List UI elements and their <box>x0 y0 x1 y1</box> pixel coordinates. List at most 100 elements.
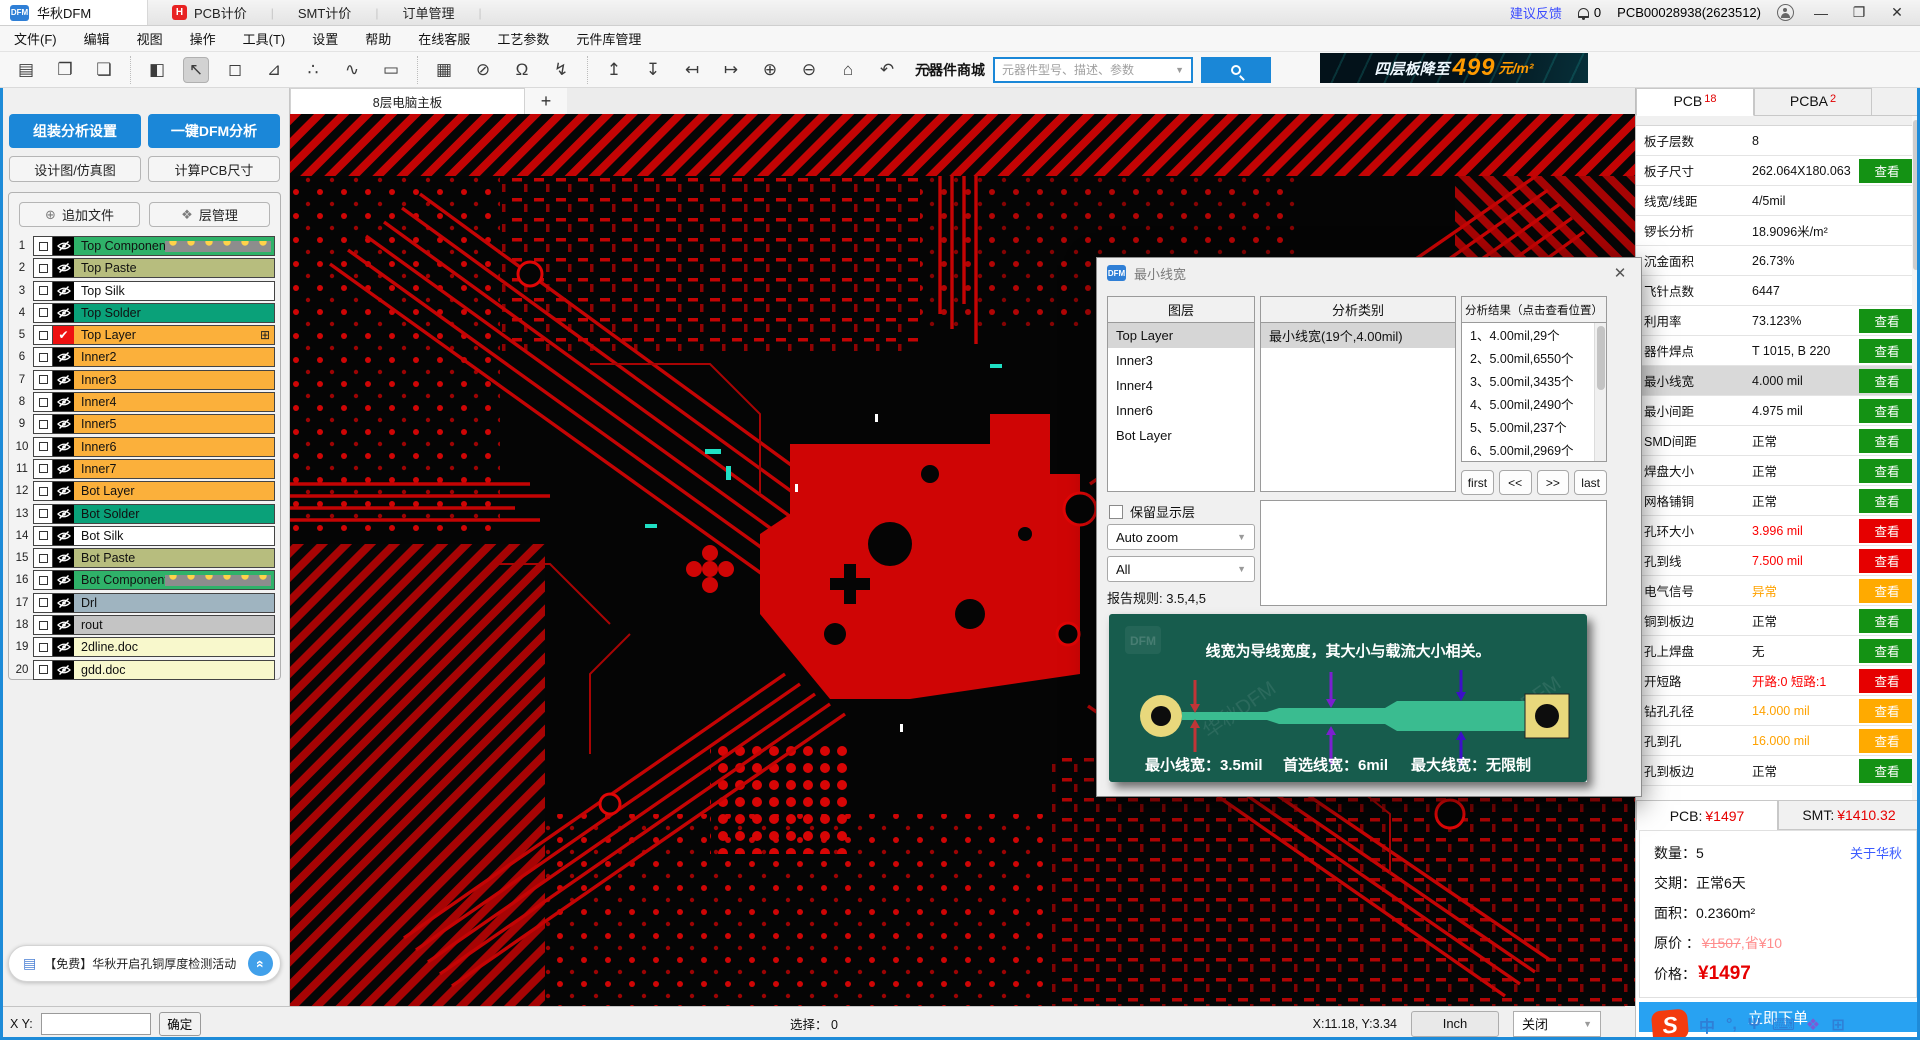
layer-label[interactable]: Inner4 <box>74 393 274 411</box>
menu-item-工具(T)[interactable]: 工具(T) <box>243 29 286 48</box>
layer-label[interactable]: Top Layer⊞ <box>74 326 274 344</box>
analysis-row[interactable]: 最小线宽4.000 mil查看 <box>1636 366 1920 396</box>
results-scrollbar[interactable] <box>1594 323 1606 461</box>
layer-row-inner5[interactable]: 9Inner5 <box>11 414 275 434</box>
layer-eye-off-icon[interactable] <box>53 638 74 656</box>
dialog-layer-item[interactable]: Inner4 <box>1108 373 1254 398</box>
app-tab-order-management[interactable]: 订单管理 <box>378 0 478 25</box>
layer-checkbox[interactable] <box>34 393 53 411</box>
append-file-button[interactable]: ⊕ 追加文件 <box>19 202 140 227</box>
layer-row-top-component[interactable]: 1Top Component <box>11 236 275 256</box>
flip-bottom-icon[interactable]: ↧ <box>640 57 666 83</box>
layer-row-top-paste[interactable]: 2Top Paste <box>11 258 275 278</box>
app-tab-pcb-pricing[interactable]: H PCB计价 <box>148 0 271 25</box>
ime-toolbox-icon[interactable]: ⊞ <box>1831 1015 1844 1035</box>
menu-item-工艺参数[interactable]: 工艺参数 <box>497 29 549 48</box>
layer-label[interactable]: Top Silk <box>74 282 274 300</box>
analysis-row[interactable]: 孔到板边正常查看 <box>1636 756 1920 786</box>
close-button[interactable]: ✕ <box>1886 4 1908 21</box>
analysis-row[interactable]: 器件焊点T 1015, B 220查看 <box>1636 336 1920 366</box>
view-button[interactable]: 查看 <box>1859 579 1915 603</box>
layer-label[interactable]: Inner7 <box>74 460 274 478</box>
analysis-result-item[interactable]: 1、4.00mil,29个 <box>1462 323 1594 346</box>
view-button[interactable]: 查看 <box>1859 549 1915 573</box>
analysis-row[interactable]: 线宽/线距4/5mil <box>1636 186 1920 216</box>
promo-pill[interactable]: ▤ 【免费】华秋开启孔铜厚度检测活动 « <box>8 945 281 982</box>
layer-label[interactable]: Inner5 <box>74 415 274 433</box>
menu-item-编辑[interactable]: 编辑 <box>84 29 110 48</box>
layer-label[interactable]: Bot Paste <box>74 549 274 567</box>
component-search-box[interactable]: ▼ <box>993 57 1193 83</box>
layer-checkbox[interactable] <box>34 482 53 500</box>
layer-row-bot-silk[interactable]: 14Bot Silk <box>11 526 275 546</box>
layer-eye-off-icon[interactable] <box>53 482 74 500</box>
dialog-layer-item[interactable]: Bot Layer <box>1108 423 1254 448</box>
layer-eye-off-icon[interactable] <box>53 616 74 634</box>
layer-row-bot-component[interactable]: 16Bot Component <box>11 570 275 590</box>
layer-label[interactable]: Top Paste <box>74 259 274 277</box>
analysis-row[interactable]: 铜到板边正常查看 <box>1636 606 1920 636</box>
layer-checkbox[interactable] <box>34 326 53 344</box>
xy-confirm-button[interactable]: 确定 <box>159 1012 201 1036</box>
ime-skin-icon[interactable]: ❖ <box>1806 1015 1820 1035</box>
layer-label[interactable]: Inner3 <box>74 371 274 389</box>
view-button[interactable]: 查看 <box>1859 639 1915 663</box>
ime-mic-icon[interactable]: Ψ <box>1748 1016 1761 1034</box>
layer-checkbox[interactable] <box>34 505 53 523</box>
layer-checkbox[interactable] <box>34 571 53 589</box>
feedback-link[interactable]: 建议反馈 <box>1510 3 1562 22</box>
layer-row-inner2[interactable]: 6Inner2 <box>11 347 275 367</box>
analysis-row[interactable]: SMD间距正常查看 <box>1636 426 1920 456</box>
layer-grid-icon[interactable]: ⊞ <box>260 328 270 342</box>
flip-top-icon[interactable]: ↥ <box>601 57 627 83</box>
menu-item-元件库管理[interactable]: 元件库管理 <box>576 29 641 48</box>
zoom-mode-dropdown[interactable]: Auto zoom ▼ <box>1107 524 1255 550</box>
notification-area[interactable]: 0 <box>1578 5 1601 20</box>
measure-point-icon[interactable]: ∴ <box>300 57 326 83</box>
layer-label[interactable]: gdd.doc <box>74 661 274 679</box>
layer-eye-off-icon[interactable] <box>53 505 74 523</box>
analysis-row[interactable]: 孔到孔16.000 mil查看 <box>1636 726 1920 756</box>
view-button[interactable]: 查看 <box>1859 729 1915 753</box>
filter-dropdown[interactable]: All ▼ <box>1107 556 1255 582</box>
menu-item-操作[interactable]: 操作 <box>190 29 216 48</box>
xy-input[interactable] <box>41 1013 151 1035</box>
layer-row-bot-solder[interactable]: 13Bot Solder <box>11 504 275 524</box>
view-button[interactable]: 查看 <box>1859 609 1915 633</box>
layer-eye-off-icon[interactable] <box>53 259 74 277</box>
layer-row-inner6[interactable]: 10Inner6 <box>11 437 275 457</box>
dialog-layer-item[interactable]: Top Layer <box>1108 323 1254 348</box>
layer-eye-off-icon[interactable] <box>53 371 74 389</box>
analysis-row[interactable]: 飞针点数6447 <box>1636 276 1920 306</box>
app-tab-huaqiu-dfm[interactable]: DFM 华秋DFM <box>0 0 148 25</box>
layer-eye-off-icon[interactable] <box>53 549 74 567</box>
layer-eye-off-icon[interactable] <box>53 438 74 456</box>
layer-row-rout[interactable]: 18rout <box>11 615 275 635</box>
nav-next-button[interactable]: >> <box>1537 470 1570 495</box>
view-button[interactable]: 查看 <box>1859 759 1915 783</box>
layer-eye-off-icon[interactable] <box>53 304 74 322</box>
analysis-result-item[interactable]: 6、5.00mil,2969个 <box>1462 438 1594 461</box>
layer-label[interactable]: Inner6 <box>74 438 274 456</box>
close-mode-dropdown[interactable]: 关闭 ▼ <box>1513 1011 1601 1037</box>
layer-eye-off-icon[interactable] <box>53 282 74 300</box>
layer-checkbox[interactable] <box>34 594 53 612</box>
view-button[interactable]: 查看 <box>1859 429 1915 453</box>
layer-checkbox[interactable] <box>34 237 53 255</box>
panel-layout-icon[interactable]: ◧ <box>144 57 170 83</box>
layer-label[interactable]: Bot Layer <box>74 482 274 500</box>
price-tab-pcb[interactable]: PCB: ¥1497 <box>1636 800 1778 830</box>
design-simulation-button[interactable]: 设计图/仿真图 <box>9 156 141 182</box>
dialog-layer-item[interactable]: Inner3 <box>1108 348 1254 373</box>
layer-eye-off-icon[interactable] <box>53 571 74 589</box>
layer-label[interactable]: Top Solder <box>74 304 274 322</box>
analysis-result-item[interactable]: 4、5.00mil,2490个 <box>1462 392 1594 415</box>
layer-checkbox[interactable] <box>34 371 53 389</box>
about-huaqiu-link[interactable]: 关于华秋 <box>1850 843 1902 862</box>
menu-item-在线客服[interactable]: 在线客服 <box>418 29 470 48</box>
view-button[interactable]: 查看 <box>1859 339 1915 363</box>
menu-item-帮助[interactable]: 帮助 <box>365 29 391 48</box>
app-tab-smt-pricing[interactable]: SMT计价 <box>274 0 375 25</box>
analysis-row[interactable]: 沉金面积26.73% <box>1636 246 1920 276</box>
user-account-icon[interactable] <box>1777 4 1794 21</box>
